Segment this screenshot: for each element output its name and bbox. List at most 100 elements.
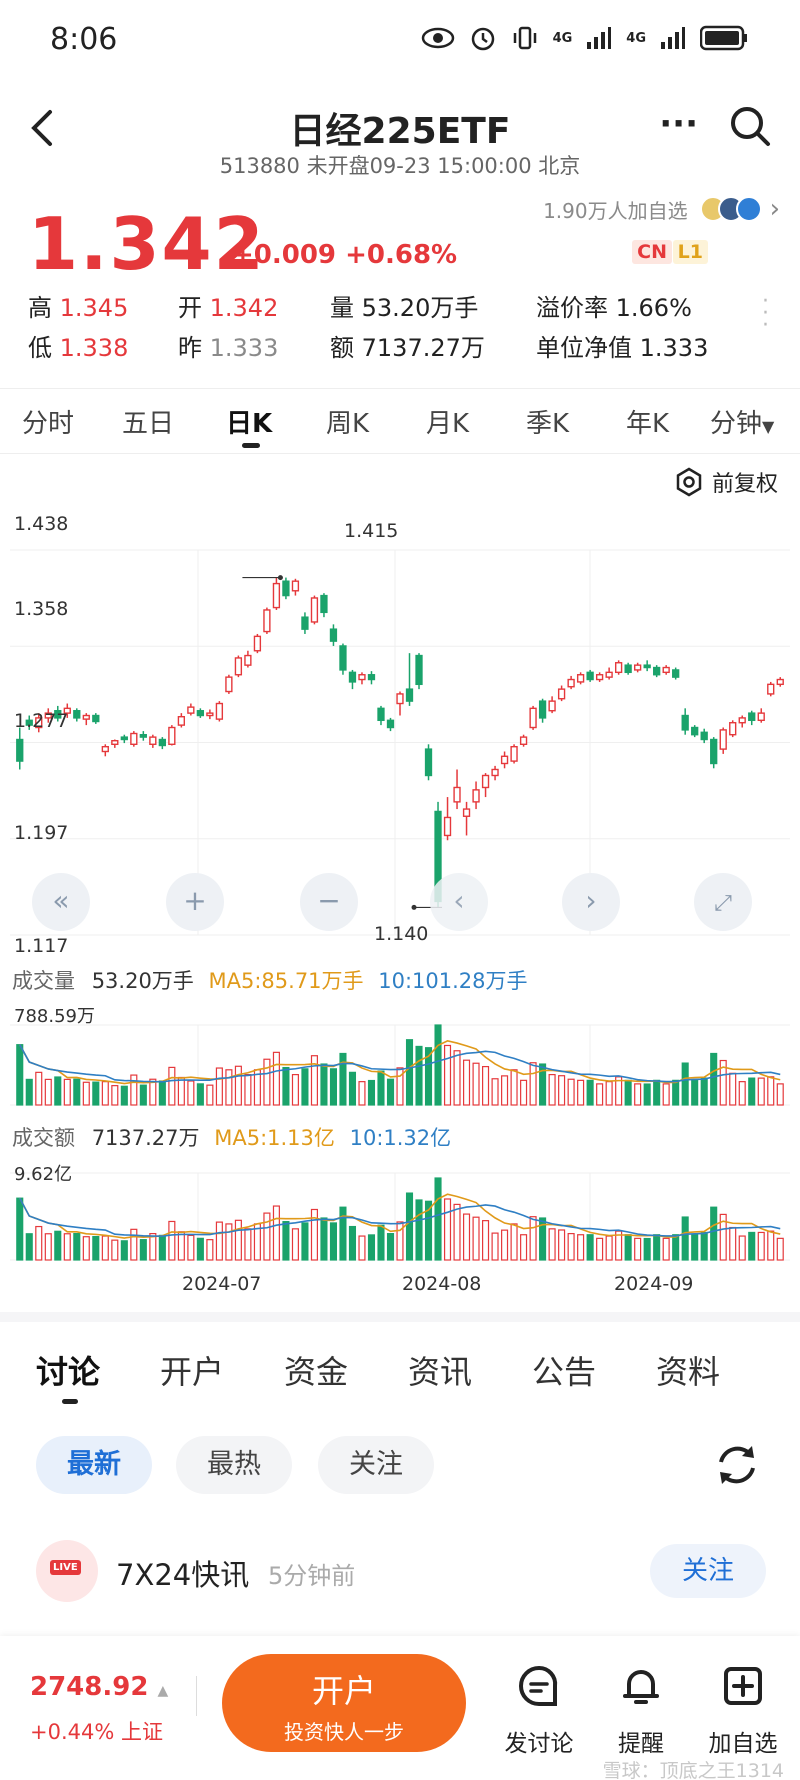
candle-body — [367, 674, 376, 681]
chevron-right-icon: › — [769, 194, 780, 224]
follow-button[interactable]: 关注 — [650, 1544, 766, 1598]
kline-chart[interactable]: 1.438 1.358 1.277 1.197 1.117 1.415 1.14… — [10, 505, 790, 1300]
minus-icon: − — [317, 884, 341, 917]
volume-bar — [177, 1076, 185, 1106]
filter-following[interactable]: 关注 — [318, 1436, 434, 1494]
index-change: +0.44% 上证 — [30, 1720, 163, 1744]
candle-body — [767, 683, 775, 695]
amount-bar — [738, 1235, 746, 1261]
amount-bar — [681, 1216, 689, 1261]
tab-yearly-k[interactable]: 年K — [626, 403, 669, 440]
stat-label: 额 — [330, 334, 354, 362]
volume-bar — [35, 1071, 43, 1106]
next-button[interactable]: › — [562, 873, 620, 931]
volume-bar — [386, 1078, 395, 1106]
open-account-title: 开户 — [311, 1672, 376, 1710]
candle-body — [614, 662, 623, 674]
tab-monthly-k[interactable]: 月K — [426, 403, 469, 440]
amount-bar — [405, 1192, 414, 1261]
prev-button[interactable]: ‹ — [430, 873, 488, 931]
amount-bar — [82, 1236, 90, 1261]
volume-bar — [348, 1071, 357, 1106]
amount-bar — [168, 1220, 176, 1261]
tab-open-account[interactable]: 开户 — [160, 1347, 224, 1393]
candle-body — [168, 726, 176, 745]
tab-discussion[interactable]: 讨论 — [36, 1347, 100, 1393]
stats-more-icon[interactable]: · · · — [762, 291, 769, 337]
tab-quarterly-k[interactable]: 季K — [526, 403, 569, 440]
l1-badge: L1 — [672, 240, 708, 264]
volume-bar — [672, 1079, 680, 1106]
amount-bar — [748, 1231, 756, 1261]
scroll-left-button[interactable]: « — [32, 873, 90, 931]
stat-prev-close: 昨 1.333 — [178, 328, 278, 363]
filter-hot[interactable]: 最热 — [176, 1436, 292, 1494]
zoom-out-button[interactable]: − — [300, 873, 358, 931]
volume-bar — [377, 1070, 385, 1106]
last-price: 1.342 — [28, 202, 266, 286]
signal-icon — [587, 27, 612, 49]
volume-bar — [301, 1068, 309, 1106]
volume-bar — [510, 1069, 518, 1106]
search-button[interactable] — [728, 104, 772, 152]
add-watchlist-button[interactable]: 加自选 — [698, 1664, 788, 1758]
follower-avatars — [699, 196, 762, 222]
tab-daily-k[interactable]: 日K — [226, 403, 272, 440]
candle-body — [253, 635, 262, 652]
amount-bar — [339, 1206, 347, 1261]
refresh-button[interactable] — [712, 1440, 762, 1494]
adjust-toggle[interactable]: 前复权 — [674, 466, 778, 498]
candle-body — [481, 774, 490, 789]
volume-bar — [710, 1052, 718, 1106]
volume-bar — [282, 1066, 290, 1106]
amount-bar — [643, 1237, 651, 1261]
volume-bar — [415, 1045, 423, 1106]
price-change: +0.009 +0.68% — [232, 240, 457, 270]
candle-body — [691, 726, 699, 736]
fullscreen-button[interactable]: ⤢ — [694, 873, 752, 931]
amount-bar — [320, 1217, 328, 1261]
candle-body — [472, 789, 480, 803]
tab-minute[interactable]: 分钟▼ — [710, 403, 774, 440]
amount-bar — [491, 1232, 499, 1261]
x-tick: 2024-08 — [402, 1273, 482, 1295]
volume-bar — [567, 1078, 575, 1106]
stat-open: 开 1.342 — [178, 288, 278, 323]
tab-intraday[interactable]: 分时 — [22, 403, 74, 440]
news-item[interactable]: LIVE 7X24快讯 5分钟前 关注 — [0, 1540, 800, 1602]
volume-bar — [405, 1039, 414, 1106]
tab-news[interactable]: 资讯 — [408, 1347, 472, 1393]
more-dots-icon: ··· — [659, 104, 698, 144]
adjust-label: 前复权 — [711, 472, 778, 497]
more-button[interactable]: ··· — [659, 104, 698, 144]
amount-bar — [443, 1198, 452, 1261]
tab-5day[interactable]: 五日 — [122, 403, 174, 440]
tab-weekly-k[interactable]: 周K — [326, 403, 369, 440]
amount-bar — [729, 1226, 737, 1261]
y-tick: 1.277 — [14, 710, 69, 732]
zoom-in-button[interactable]: + — [166, 873, 224, 931]
eye-icon — [421, 27, 454, 49]
index-value[interactable]: 2748.92 ▲ — [30, 1672, 168, 1702]
candle-body — [111, 740, 119, 745]
stat-value: 1.333 — [639, 334, 709, 362]
expand-icon: ⤢ — [714, 891, 732, 916]
tab-announcements[interactable]: 公告 — [532, 1347, 596, 1393]
tab-funds[interactable]: 资金 — [284, 1347, 348, 1393]
candle-body — [149, 736, 157, 745]
alert-button[interactable]: 提醒 — [596, 1664, 686, 1758]
filter-latest[interactable]: 最新 — [36, 1436, 152, 1494]
followers-row[interactable]: 1.90万人加自选 › — [543, 194, 780, 224]
plus-icon: + — [183, 884, 207, 917]
candle-body — [595, 674, 604, 681]
amount-bar — [215, 1221, 223, 1261]
amount-bar — [415, 1199, 423, 1261]
open-account-button[interactable]: 开户 投资快人一步 — [222, 1654, 466, 1752]
refresh-icon — [719, 1446, 755, 1484]
post-discussion-button[interactable]: 发讨论 — [494, 1664, 584, 1758]
volume-ma10: 10:101.28万手 — [378, 969, 528, 993]
tab-profile[interactable]: 资料 — [656, 1347, 720, 1393]
amount-bar — [187, 1234, 195, 1261]
candle-body — [187, 706, 195, 714]
volume-bar — [624, 1079, 632, 1106]
